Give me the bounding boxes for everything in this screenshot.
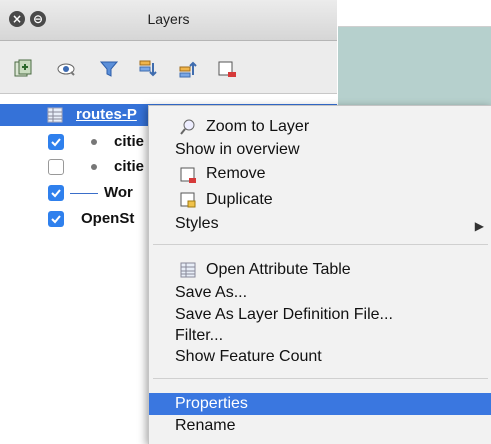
panel-titlebar: × ⊖ Layers	[0, 0, 337, 41]
point-symbol-icon	[91, 139, 97, 145]
remove-layer-icon[interactable]	[216, 58, 238, 80]
expand-all-icon[interactable]	[136, 58, 158, 80]
layers-toolbar	[0, 41, 337, 94]
menu-duplicate[interactable]: Duplicate	[206, 190, 273, 210]
table-icon	[47, 107, 63, 123]
menu-save-as-layer-definition[interactable]: Save As Layer Definition File...	[175, 305, 393, 325]
menu-separator	[153, 378, 488, 379]
canvas-header	[338, 6, 491, 27]
point-symbol-icon	[91, 164, 97, 170]
filter-icon[interactable]	[98, 58, 120, 80]
submenu-arrow-icon: ▶	[474, 219, 484, 233]
layer-name: citie	[114, 133, 145, 150]
visibility-icon[interactable]	[55, 58, 77, 80]
layer-name: routes-P	[76, 106, 137, 123]
duplicate-icon	[180, 192, 196, 208]
layer-checkbox[interactable]	[48, 211, 64, 227]
menu-filter[interactable]: Filter...	[175, 326, 223, 346]
menu-properties[interactable]: Properties	[175, 394, 248, 414]
menu-remove[interactable]: Remove	[206, 164, 266, 184]
layer-name: Wor	[104, 184, 133, 201]
menu-zoom-to-layer[interactable]: Zoom to Layer	[206, 117, 309, 137]
panel-title: Layers	[147, 11, 190, 27]
menu-separator	[153, 244, 488, 245]
menu-open-attribute-table[interactable]: Open Attribute Table	[206, 260, 351, 280]
menu-show-in-overview[interactable]: Show in overview	[175, 140, 300, 160]
layer-name: citie	[114, 158, 145, 175]
add-group-icon[interactable]	[12, 58, 34, 80]
layer-checkbox[interactable]	[48, 134, 64, 150]
collapse-all-icon[interactable]	[176, 58, 198, 80]
remove-icon	[180, 167, 196, 183]
menu-rename[interactable]: Rename	[175, 416, 235, 436]
menu-save-as[interactable]: Save As...	[175, 283, 247, 303]
zoom-icon	[180, 119, 195, 135]
context-menu: Zoom to Layer Show in overview Remove Du…	[148, 105, 491, 444]
attribute-table-icon	[180, 262, 196, 278]
layer-name: OpenSt	[81, 210, 135, 227]
layer-checkbox[interactable]	[48, 185, 64, 201]
menu-show-feature-count[interactable]: Show Feature Count	[175, 347, 322, 367]
menu-styles[interactable]: Styles	[175, 214, 219, 234]
layer-checkbox[interactable]	[48, 159, 64, 175]
line-symbol-icon	[70, 193, 98, 194]
